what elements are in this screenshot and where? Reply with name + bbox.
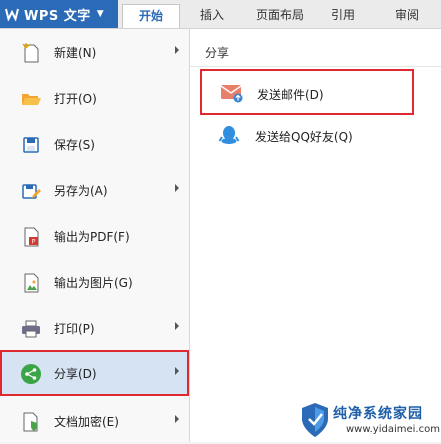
- menu-item-label: 文档加密(E): [54, 415, 119, 429]
- menu-item-share[interactable]: 分享(D): [0, 350, 189, 396]
- tab-insert[interactable]: 插入: [184, 4, 240, 28]
- mail-send-icon: [220, 83, 244, 103]
- caret-down-icon: ▼: [96, 9, 104, 19]
- menu-item-open[interactable]: 打开(O): [0, 75, 189, 121]
- tab-home[interactable]: 开始: [122, 4, 180, 28]
- chevron-right-icon: [173, 412, 181, 426]
- menu-item-encrypt[interactable]: 文档加密(E): [0, 398, 189, 444]
- top-bar: WPS 文字 ▼ 开始 插入 页面布局 引用 审阅: [0, 0, 441, 29]
- open-folder-icon: [20, 88, 42, 110]
- menu-item-save[interactable]: 保存(S): [0, 121, 189, 167]
- new-document-icon: [20, 42, 42, 64]
- menu-item-label: 打印(P): [54, 322, 95, 336]
- send-to-qq-button[interactable]: 发送给QQ好友(Q): [200, 113, 414, 159]
- chevron-right-icon: [173, 364, 181, 378]
- menu-item-new[interactable]: 新建(N): [0, 29, 189, 75]
- send-email-label: 发送邮件(D): [257, 88, 324, 102]
- menu-item-export-image[interactable]: 输出为图片(G): [0, 259, 189, 305]
- menu-item-save-as[interactable]: 另存为(A): [0, 167, 189, 213]
- save-disk-icon: [20, 134, 42, 156]
- chevron-right-icon: [173, 181, 181, 195]
- pdf-export-icon: P: [20, 226, 42, 248]
- chevron-right-icon: [173, 319, 181, 333]
- encrypt-document-icon: [20, 411, 42, 433]
- tab-references[interactable]: 引用: [320, 4, 366, 28]
- app-menu-button[interactable]: WPS 文字 ▼: [0, 0, 118, 28]
- shield-logo-icon: [300, 402, 330, 438]
- menu-item-label: 另存为(A): [54, 184, 108, 198]
- send-to-qq-label: 发送给QQ好友(Q): [255, 130, 353, 144]
- svg-text:P: P: [32, 239, 36, 246]
- tab-page-layout[interactable]: 页面布局: [246, 4, 314, 28]
- app-title: WPS 文字: [24, 8, 91, 24]
- panel-title: 分享: [205, 46, 230, 60]
- menu-item-label: 输出为图片(G): [54, 276, 133, 290]
- site-watermark: 纯净系统家园 www.yidaimei.com: [300, 399, 441, 442]
- watermark-title: 纯净系统家园: [333, 406, 423, 422]
- image-export-icon: [20, 272, 42, 294]
- file-menu: 新建(N) 打开(O) 保存(S) 另存为(A) P 输出为PDF(F) 输出为…: [0, 29, 190, 442]
- menu-item-export-pdf[interactable]: P 输出为PDF(F): [0, 213, 189, 259]
- tab-review[interactable]: 审阅: [384, 4, 430, 28]
- share-icon: [20, 363, 42, 385]
- menu-item-label: 打开(O): [54, 92, 97, 106]
- watermark-url: www.yidaimei.com: [346, 424, 440, 435]
- printer-icon: [20, 318, 42, 340]
- chevron-right-icon: [173, 43, 181, 57]
- share-submenu-panel: 分享 发送邮件(D) 发送给QQ好友(Q): [190, 29, 441, 442]
- menu-item-label: 分享(D): [54, 367, 97, 381]
- wps-logo-icon: [5, 7, 19, 21]
- divider: [190, 66, 441, 67]
- menu-item-label: 输出为PDF(F): [54, 230, 130, 244]
- qq-icon: [218, 125, 242, 145]
- menu-item-label: 保存(S): [54, 138, 95, 152]
- menu-item-print[interactable]: 打印(P): [0, 305, 189, 351]
- send-email-button[interactable]: 发送邮件(D): [200, 69, 414, 115]
- menu-item-label: 新建(N): [54, 46, 97, 60]
- save-as-icon: [20, 180, 42, 202]
